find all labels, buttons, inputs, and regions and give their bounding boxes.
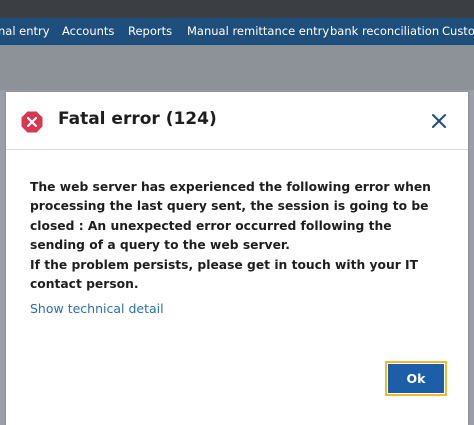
nav-item-journal-entry[interactable]: nal entry xyxy=(0,18,50,45)
dialog-message: The web server has experienced the follo… xyxy=(30,178,450,294)
nav-item-manual-remittance-entry[interactable]: Manual remittance entry xyxy=(187,18,329,45)
top-bar xyxy=(0,0,474,18)
nav-item-accounts[interactable]: Accounts xyxy=(62,18,114,45)
error-message: The web server has experienced the follo… xyxy=(30,180,431,253)
error-x-icon xyxy=(21,111,43,133)
close-icon[interactable] xyxy=(430,112,448,130)
nav-item-bank-reconciliation[interactable]: bank reconciliation xyxy=(330,18,439,45)
dialog-header: Fatal error (124) xyxy=(6,92,468,150)
main-nav: nal entry Accounts Reports Manual remitt… xyxy=(0,18,474,45)
overlay-subbar xyxy=(0,45,474,90)
dialog-title: Fatal error (124) xyxy=(58,109,217,129)
error-advice: If the problem persists, please get in t… xyxy=(30,257,419,292)
nav-item-reports[interactable]: Reports xyxy=(128,18,172,45)
ok-button[interactable]: Ok xyxy=(385,361,447,396)
nav-item-customers[interactable]: Custo xyxy=(442,18,474,45)
fatal-error-dialog: Fatal error (124) The web server has exp… xyxy=(6,92,468,425)
show-technical-detail-link[interactable]: Show technical detail xyxy=(30,301,164,316)
